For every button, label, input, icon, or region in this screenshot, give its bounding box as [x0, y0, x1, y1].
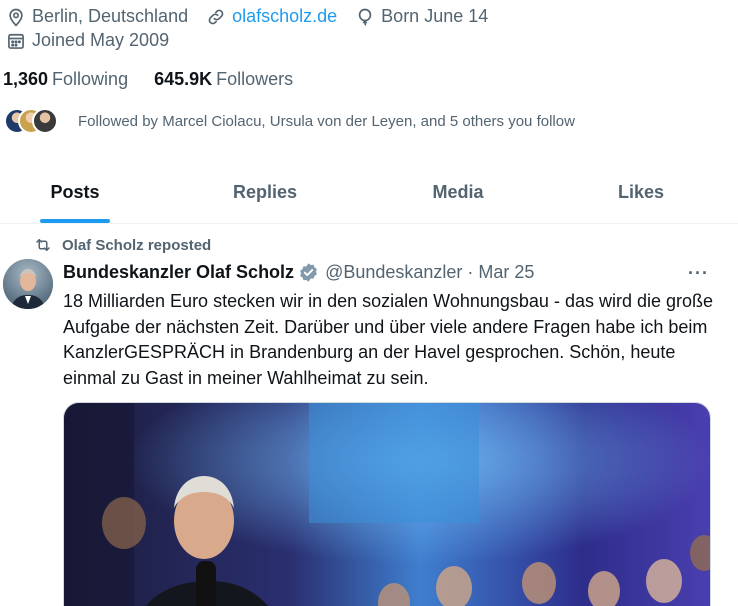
website-link[interactable]: olafscholz.de	[232, 6, 337, 27]
location-item: Berlin, Deutschland	[6, 6, 188, 27]
balloon-icon	[358, 8, 372, 26]
followed-by[interactable]: Followed by Marcel Ciolacu, Ursula von d…	[4, 108, 575, 134]
website-item[interactable]: olafscholz.de	[206, 6, 337, 27]
joined-text: Joined May 2009	[32, 30, 170, 50]
header-separator: ·	[467, 262, 474, 282]
repost-text: Olaf Scholz reposted	[62, 236, 212, 254]
followers-stat[interactable]: 645.9K Followers	[154, 69, 293, 90]
avatar	[32, 108, 58, 134]
location-text: Berlin, Deutschland	[32, 6, 189, 26]
repost-indicator[interactable]: Olaf Scholz reposted	[34, 236, 211, 254]
followers-count: 645.9K	[154, 69, 213, 89]
author-name[interactable]: Bundeskanzler Olaf Scholz	[63, 262, 294, 283]
tweet-media-image[interactable]	[63, 402, 711, 606]
tab-posts[interactable]: Posts	[20, 160, 130, 224]
tweet-date[interactable]: Mar 25	[478, 262, 534, 283]
tab-likes[interactable]: Likes	[585, 160, 697, 224]
tweet-author-avatar[interactable]	[3, 259, 53, 309]
location-pin-icon	[9, 8, 23, 26]
tab-replies-label: Replies	[232, 181, 298, 202]
tab-media[interactable]: Media	[398, 160, 518, 224]
following-stat[interactable]: 1,360 Following	[3, 69, 128, 90]
tab-likes-label: Likes	[617, 181, 665, 202]
verified-badge-icon	[300, 263, 317, 282]
tab-replies[interactable]: Replies	[200, 160, 330, 224]
following-label: Following	[52, 69, 129, 89]
more-icon[interactable]: ···	[688, 263, 709, 284]
birthday-text: Born June 14	[381, 6, 489, 26]
avatar-portrait	[3, 259, 53, 309]
profile-meta-row: Berlin, Deutschland olafscholz.de Born J…	[6, 6, 506, 27]
author-handle[interactable]: @Bundeskanzler	[325, 262, 462, 283]
following-count: 1,360	[3, 69, 49, 89]
link-icon	[208, 9, 224, 24]
profile-meta-row-2: Joined May 2009	[6, 30, 187, 51]
follower-avatars	[4, 108, 66, 134]
active-tab-indicator	[40, 219, 110, 223]
event-photo	[64, 403, 710, 606]
tweet-text: 18 Milliarden Euro stecken wir in den so…	[63, 291, 714, 388]
tab-media-label: Media	[432, 181, 484, 202]
profile-tabs: Posts Replies Media Likes	[0, 160, 738, 224]
joined-item: Joined May 2009	[6, 30, 169, 51]
follow-stats: 1,360 Following 645.9K Followers	[3, 69, 319, 90]
tweet-header: Bundeskanzler Olaf Scholz @Bundeskanzler…	[63, 262, 534, 283]
birthday-item: Born June 14	[355, 6, 488, 27]
tab-posts-label: Posts	[50, 181, 100, 202]
calendar-icon	[8, 33, 24, 49]
repost-icon	[36, 239, 50, 251]
followers-label: Followers	[216, 69, 294, 89]
followed-by-text: Followed by Marcel Ciolacu, Ursula von d…	[78, 112, 575, 130]
